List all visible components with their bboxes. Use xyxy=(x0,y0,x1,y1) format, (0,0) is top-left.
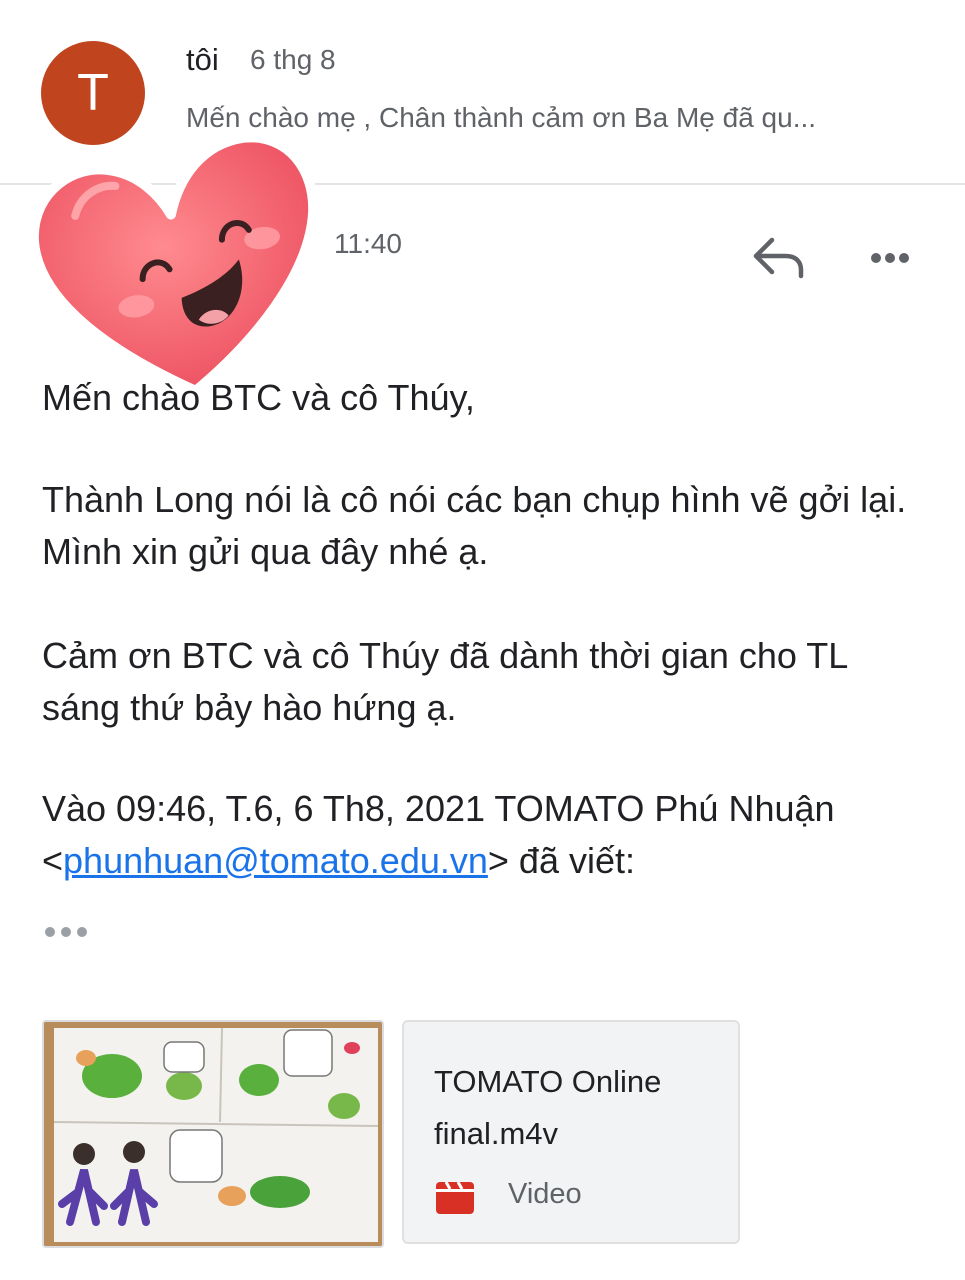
sender-email-link[interactable]: phunhuan@tomato.edu.vn xyxy=(63,840,488,881)
message-date: 6 thg 8 xyxy=(250,44,336,75)
drawing-thumbnail xyxy=(44,1022,382,1246)
email-greeting: Mến chào BTC và cô Thúy, xyxy=(42,377,475,418)
show-trimmed-content-button[interactable] xyxy=(42,920,92,944)
email-paragraph-1: Thành Long nói là cô nói các bạn chụp hì… xyxy=(42,479,907,572)
reply-icon xyxy=(753,237,804,279)
reply-button[interactable] xyxy=(748,230,810,286)
image-attachment-thumbnail[interactable] xyxy=(42,1020,384,1248)
message-time: 11:40 xyxy=(334,228,402,259)
video-attachment-card[interactable]: TOMATO Online final.m4v Video xyxy=(402,1020,740,1244)
attachment-file-name: TOMATO Online final.m4v xyxy=(434,1064,662,1151)
avatar-letter: T xyxy=(77,64,109,122)
sender-name: tôi xyxy=(186,42,219,77)
attachment-file-type: Video xyxy=(508,1178,582,1210)
quote-outro: > đã viết: xyxy=(487,840,635,881)
more-horizontal-icon xyxy=(871,253,909,263)
video-file-icon xyxy=(434,1176,476,1218)
ellipsis-icon xyxy=(45,927,87,937)
email-paragraph-2: Cảm ơn BTC và cô Thúy đã dành thời gian … xyxy=(42,635,847,728)
quoted-header: Vào 09:46, T.6, 6 Th8, 2021 TOMATO Phú N… xyxy=(42,783,922,887)
more-options-button[interactable] xyxy=(858,236,922,280)
